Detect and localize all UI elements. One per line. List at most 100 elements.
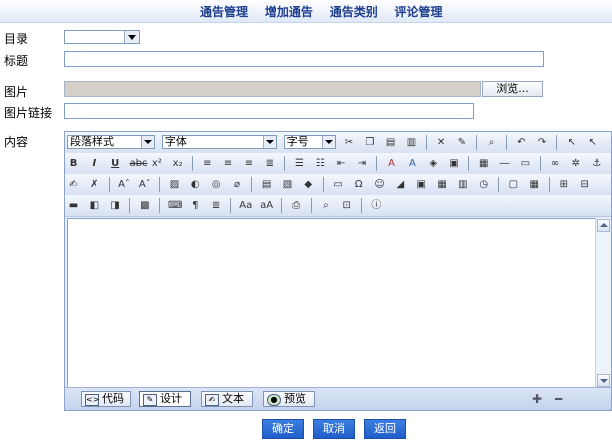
superscript-icon[interactable]: x²: [150, 157, 163, 170]
font-size-select[interactable]: 字号: [283, 135, 336, 149]
paragraph-icon[interactable]: ¶: [189, 199, 202, 212]
marquee-icon[interactable]: ◢: [394, 178, 407, 191]
cut-icon[interactable]: ✂: [342, 136, 355, 149]
special-char-icon[interactable]: Ω: [352, 178, 365, 191]
screenshot-icon[interactable]: ▢: [507, 178, 520, 191]
date-icon[interactable]: ▦: [477, 157, 490, 170]
chevron-down-icon[interactable]: [124, 31, 139, 43]
mode-text-button[interactable]: ✍ 文本: [201, 391, 253, 407]
anchor-icon[interactable]: ⚓: [590, 157, 603, 170]
zoom-icon[interactable]: ⌕: [319, 199, 332, 212]
form-icon[interactable]: ▦: [436, 178, 449, 191]
select-all-icon[interactable]: ↖: [586, 136, 599, 149]
flash-icon[interactable]: ◐: [189, 178, 202, 191]
iframe-icon[interactable]: ▣: [415, 178, 428, 191]
fullscreen-icon[interactable]: ⊡: [340, 199, 353, 212]
subscript-icon[interactable]: x₂: [171, 157, 184, 170]
confirm-button[interactable]: 确定: [262, 419, 304, 439]
nav-comment-manage[interactable]: 评论管理: [395, 3, 443, 20]
editor-body[interactable]: [67, 218, 611, 388]
uppercase-icon[interactable]: Aa: [239, 199, 252, 212]
table-icon[interactable]: ▦: [528, 178, 541, 191]
delete-row-icon[interactable]: ⊟: [578, 178, 591, 191]
align-center-icon[interactable]: ≡: [222, 157, 235, 170]
remove-format-icon[interactable]: ✗: [88, 178, 101, 191]
line-spacing-icon[interactable]: ≣: [210, 199, 223, 212]
redo-icon[interactable]: ↷: [536, 136, 549, 149]
keyboard-icon[interactable]: ⌨: [168, 199, 182, 212]
paint-icon[interactable]: ◈: [427, 157, 440, 170]
clock-icon[interactable]: ◷: [477, 178, 490, 191]
image-file-input[interactable]: [64, 81, 481, 97]
textbox-icon[interactable]: ▭: [519, 157, 532, 170]
print-icon[interactable]: ⎙: [290, 199, 303, 212]
align-left-icon[interactable]: ≡: [201, 157, 214, 170]
bold-icon[interactable]: B: [67, 157, 80, 170]
image-link-input[interactable]: [64, 103, 474, 119]
emoticon-icon[interactable]: ☺: [373, 178, 386, 191]
info-icon[interactable]: ⓘ: [370, 199, 383, 212]
picture-icon[interactable]: ▨: [168, 178, 181, 191]
lowercase-icon[interactable]: aA: [260, 199, 273, 212]
link-icon[interactable]: ∞: [549, 157, 562, 170]
nav-add-notice[interactable]: 增加通告: [265, 3, 313, 20]
copy-icon[interactable]: ❐: [363, 136, 376, 149]
paragraph-style-select[interactable]: 段落样式: [67, 135, 155, 149]
attachment-icon[interactable]: ⌀: [230, 178, 243, 191]
horizontal-rule-icon[interactable]: ―: [498, 157, 511, 170]
select-pointer-icon[interactable]: ↖: [565, 136, 578, 149]
underline-icon[interactable]: U: [109, 157, 122, 170]
indent-icon[interactable]: ⇥: [355, 157, 368, 170]
clean-format-icon[interactable]: ✎: [455, 136, 468, 149]
import-icon[interactable]: ◆: [302, 178, 315, 191]
paste-icon[interactable]: ▤: [384, 136, 397, 149]
font-color-icon[interactable]: A: [385, 157, 398, 170]
media-icon[interactable]: ◎: [210, 178, 223, 191]
nav-notice-category[interactable]: 通告类别: [330, 3, 378, 20]
find-icon[interactable]: ⌕: [485, 136, 498, 149]
paste-text-icon[interactable]: ▥: [405, 136, 418, 149]
zoom-out-icon[interactable]: ━: [555, 393, 562, 405]
template-icon[interactable]: ▤: [260, 178, 273, 191]
align-right-icon[interactable]: ≡: [242, 157, 255, 170]
align-justify-icon[interactable]: ≣: [263, 157, 276, 170]
unlink-icon[interactable]: ✲: [569, 157, 582, 170]
category-select[interactable]: [64, 30, 140, 44]
delete-icon[interactable]: ✕: [435, 136, 448, 149]
cancel-button[interactable]: 取消: [313, 419, 355, 439]
edit-icon[interactable]: ✍: [67, 178, 80, 191]
unordered-list-icon[interactable]: ☷: [314, 157, 327, 170]
font-select[interactable]: 字体: [161, 135, 277, 149]
scroll-up-icon[interactable]: [597, 219, 610, 232]
undo-icon[interactable]: ↶: [515, 136, 528, 149]
chevron-down-icon: [321, 136, 335, 148]
absolute-position-icon[interactable]: ▩: [138, 199, 151, 212]
button-insert-icon[interactable]: ▥: [456, 178, 469, 191]
layer-icon[interactable]: ▬: [67, 199, 80, 212]
title-input[interactable]: [64, 51, 544, 67]
strikethrough-icon[interactable]: abc: [129, 157, 147, 170]
font-decrease-icon[interactable]: Aˇ: [138, 178, 151, 191]
insert-row-icon[interactable]: ⊞: [557, 178, 570, 191]
outdent-icon[interactable]: ⇤: [335, 157, 348, 170]
nav-notice-manage[interactable]: 通告管理: [200, 3, 248, 20]
bring-forward-icon[interactable]: ◧: [88, 199, 101, 212]
scroll-down-icon[interactable]: [597, 374, 610, 387]
italic-icon[interactable]: I: [88, 157, 101, 170]
font-increase-icon[interactable]: Aˆ: [117, 178, 130, 191]
highlight-color-icon[interactable]: A: [406, 157, 419, 170]
mode-preview-button[interactable]: ● 预览: [263, 391, 315, 407]
image-insert-icon[interactable]: ▣: [448, 157, 461, 170]
mode-design-button[interactable]: ✎ 设计: [139, 391, 191, 407]
mode-code-button[interactable]: <> 代码: [81, 391, 131, 407]
design-icon: ✎: [143, 394, 157, 406]
send-backward-icon[interactable]: ◨: [109, 199, 122, 212]
browse-button[interactable]: 浏览...: [482, 81, 543, 97]
gallery-icon[interactable]: ▧: [281, 178, 294, 191]
vertical-scrollbar[interactable]: [595, 218, 611, 388]
editor-content-area[interactable]: [67, 218, 611, 388]
ordered-list-icon[interactable]: ☰: [293, 157, 306, 170]
back-button[interactable]: 返回: [364, 419, 406, 439]
fieldset-icon[interactable]: ▭: [331, 178, 344, 191]
zoom-in-icon[interactable]: ✚: [532, 393, 542, 405]
